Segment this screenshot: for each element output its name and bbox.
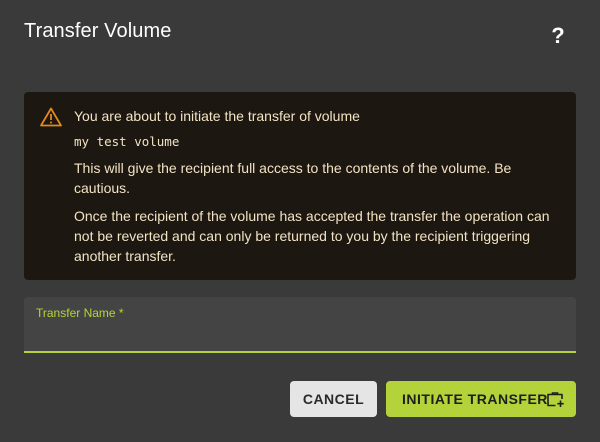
briefcase-plus-icon (547, 392, 564, 407)
transfer-name-input[interactable] (36, 323, 566, 347)
cancel-button[interactable]: CANCEL (290, 381, 377, 417)
dialog-title: Transfer Volume (24, 20, 172, 42)
question-mark-icon: ? (551, 23, 565, 48)
transfer-volume-dialog: Transfer Volume ? You are about to initi… (0, 0, 600, 442)
transfer-name-label: Transfer Name * (36, 306, 124, 320)
initiate-transfer-button[interactable]: INITIATE TRANSFER (386, 381, 576, 417)
warning-intro: You are about to initiate the transfer o… (74, 108, 360, 124)
transfer-name-field[interactable]: Transfer Name * (24, 297, 576, 353)
warning-panel: You are about to initiate the transfer o… (24, 92, 576, 280)
warning-text: You are about to initiate the transfer o… (74, 106, 564, 274)
warning-triangle-icon (40, 107, 62, 127)
initiate-transfer-label: INITIATE TRANSFER (402, 391, 548, 407)
warning-paragraph-access: This will give the recipient full access… (74, 160, 512, 196)
warning-paragraph-irreversible: Once the recipient of the volume has acc… (74, 208, 550, 264)
volume-name: my test volume (74, 134, 180, 149)
help-button[interactable]: ? (550, 24, 566, 48)
